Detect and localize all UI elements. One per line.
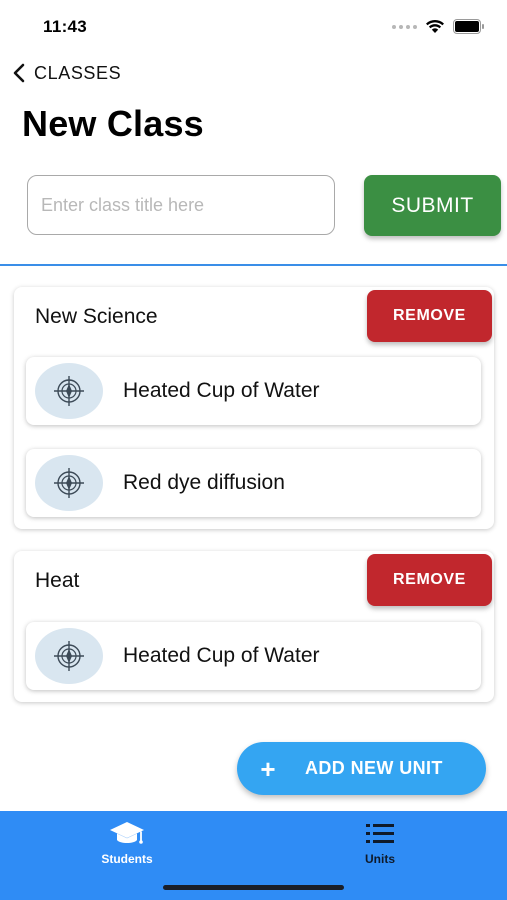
- add-new-unit-button[interactable]: + ADD NEW UNIT: [237, 742, 486, 795]
- class-card: New Science REMOVE Heated Cup of Water R…: [14, 287, 494, 529]
- tab-label: Students: [101, 852, 153, 866]
- submit-button[interactable]: SUBMIT: [364, 175, 501, 236]
- divider: [0, 264, 507, 266]
- tab-label: Units: [365, 852, 395, 866]
- unit-item[interactable]: Heated Cup of Water: [26, 357, 481, 425]
- status-icons: [392, 19, 485, 34]
- class-card: Heat REMOVE Heated Cup of Water: [14, 551, 494, 702]
- unit-label: Heated Cup of Water: [123, 644, 320, 667]
- page-title: New Class: [22, 103, 204, 144]
- unit-item[interactable]: Heated Cup of Water: [26, 622, 481, 690]
- unit-label: Red dye diffusion: [123, 471, 285, 494]
- wifi-icon: [426, 19, 444, 33]
- list-icon: [366, 824, 394, 843]
- status-time: 11:43: [43, 17, 88, 36]
- compass-icon: [35, 628, 103, 684]
- cellular-signal-icon: [392, 24, 417, 29]
- add-unit-label: ADD NEW UNIT: [305, 758, 443, 778]
- tab-units[interactable]: Units: [310, 820, 450, 866]
- battery-icon: [453, 19, 484, 34]
- home-indicator: [163, 885, 344, 890]
- class-title: Heat: [35, 569, 80, 592]
- status-bar: 11:43: [0, 0, 507, 52]
- plus-icon: +: [260, 753, 276, 784]
- compass-icon: [35, 455, 103, 511]
- chevron-left-icon: [13, 63, 25, 83]
- remove-class-button[interactable]: REMOVE: [367, 290, 492, 342]
- remove-class-button[interactable]: REMOVE: [367, 554, 492, 606]
- graduation-cap-icon: [110, 822, 144, 844]
- back-button[interactable]: CLASSES: [12, 62, 121, 84]
- compass-icon: [35, 363, 103, 419]
- class-title: New Science: [35, 305, 158, 328]
- tab-students[interactable]: Students: [57, 820, 197, 866]
- unit-label: Heated Cup of Water: [123, 379, 320, 402]
- class-title-input[interactable]: [27, 175, 335, 235]
- unit-item[interactable]: Red dye diffusion: [26, 449, 481, 517]
- back-label: CLASSES: [34, 62, 122, 83]
